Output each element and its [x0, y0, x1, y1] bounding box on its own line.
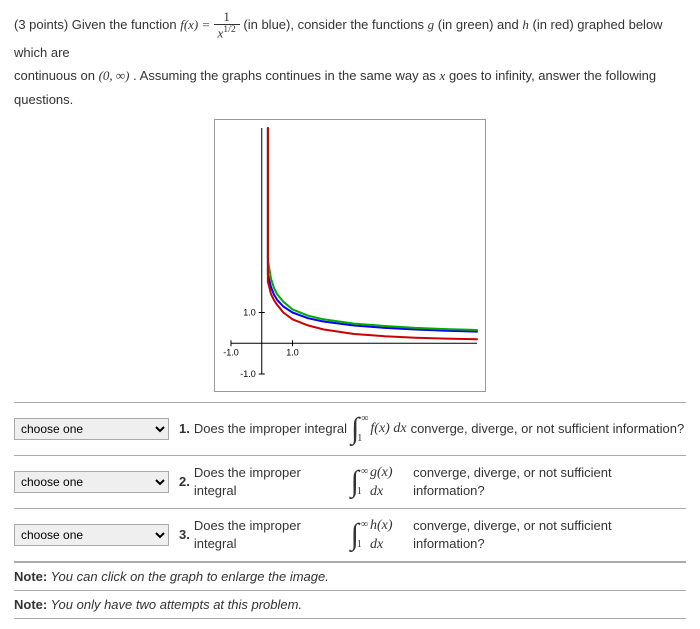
integral-icon: ∫ [351, 520, 359, 550]
question-post: converge, diverge, or not sufficient inf… [413, 517, 686, 553]
note-label: Note: [14, 597, 47, 612]
integral-icon: ∫ [351, 414, 359, 444]
question-post: converge, diverge, or not sufficient inf… [413, 464, 686, 500]
answer-select[interactable]: choose one [14, 418, 169, 440]
answer-select[interactable]: choose one [14, 471, 169, 493]
svg-text:-1.0: -1.0 [240, 369, 256, 379]
note-text: You only have two attempts at this probl… [47, 597, 302, 612]
upper-bound: ∞ [361, 467, 368, 477]
question-pre: Does the improper integral [194, 517, 347, 553]
chart[interactable]: -1.0 1.0 -1.0 1.0 [214, 119, 486, 392]
points-label: (3 points) Given the function [14, 17, 180, 32]
fx-expression: f(x) = [180, 17, 213, 32]
problem-statement: (3 points) Given the function f(x) = 1 x… [14, 10, 686, 111]
upper-bound: ∞ [361, 414, 368, 424]
question-number: 1. [179, 420, 190, 438]
svg-text:1.0: 1.0 [243, 308, 256, 318]
question-row-2: choose one 2. Does the improper integral … [14, 455, 686, 508]
question-pre: Does the improper integral [194, 420, 347, 438]
integral-icon: ∫ [351, 467, 359, 497]
answer-select[interactable]: choose one [14, 524, 169, 546]
note-row-2: Note: You only have two attempts at this… [14, 590, 686, 619]
question-text: 1. Does the improper integral ∫∞1f(x) dx… [179, 414, 686, 444]
integral-expression: ∫∞1g(x) dx [351, 463, 409, 502]
question-row-3: choose one 3. Does the improper integral … [14, 508, 686, 562]
note-row-1: Note: You can click on the graph to enla… [14, 562, 686, 590]
note-text: You can click on the graph to enlarge th… [47, 569, 329, 584]
question-text: 3. Does the improper integral ∫∞1h(x) dx… [179, 516, 686, 555]
integrand: g(x) dx [370, 463, 409, 502]
question-number: 3. [179, 526, 190, 544]
fraction: 1 x1/2 [214, 10, 240, 41]
upper-bound: ∞ [361, 520, 368, 530]
question-number: 2. [179, 473, 190, 491]
svg-text:-1.0: -1.0 [223, 347, 239, 357]
note-label: Note: [14, 569, 47, 584]
answer-select-wrap: choose one [14, 418, 179, 440]
svg-text:1.0: 1.0 [286, 347, 299, 357]
answer-select-wrap: choose one [14, 471, 179, 493]
answer-select-wrap: choose one [14, 524, 179, 546]
integrand: f(x) dx [370, 419, 406, 439]
question-post: converge, diverge, or not sufficient inf… [411, 420, 685, 438]
integral-expression: ∫∞1h(x) dx [351, 516, 409, 555]
question-text: 2. Does the improper integral ∫∞1g(x) dx… [179, 463, 686, 502]
question-row-1: choose one 1. Does the improper integral … [14, 402, 686, 455]
question-pre: Does the improper integral [194, 464, 347, 500]
chart-container: -1.0 1.0 -1.0 1.0 [14, 119, 686, 392]
integrand: h(x) dx [370, 516, 409, 555]
integral-expression: ∫∞1f(x) dx [351, 414, 407, 444]
